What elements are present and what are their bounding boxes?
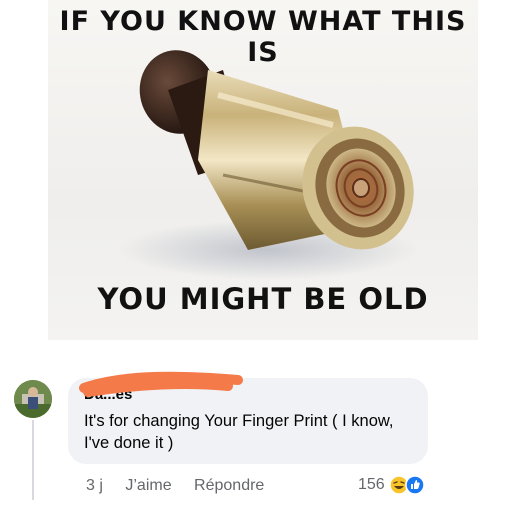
avatar-photo-icon <box>14 380 52 418</box>
reaction-count: 156 <box>358 476 385 493</box>
reply-button[interactable]: Répondre <box>194 477 264 494</box>
reaction-summary[interactable]: 156 <box>358 475 425 495</box>
redaction-scribble <box>79 371 243 397</box>
avatar[interactable] <box>14 380 52 418</box>
meme-image: IF YOU KNOW WHAT THIS IS YOU MIGHT BE OL… <box>48 0 478 340</box>
comment: Da...es It's for changing Your Finger Pr… <box>0 360 526 508</box>
comment-text: It's for changing Your Finger Print ( I … <box>84 412 394 452</box>
thread-line <box>32 420 34 500</box>
like-button[interactable]: J’aime <box>125 477 171 494</box>
comment-time: 3 j <box>86 477 103 494</box>
like-icon <box>404 475 425 495</box>
meme-bottom-text: YOU MIGHT BE OLD <box>97 282 429 316</box>
comment-actions: 3 j J’aime Répondre <box>86 477 282 495</box>
